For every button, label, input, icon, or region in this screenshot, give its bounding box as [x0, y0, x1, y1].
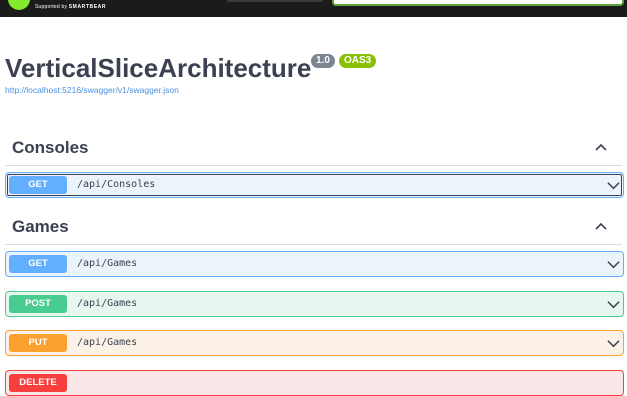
operation-delete-games[interactable]: DELETE: [5, 370, 624, 396]
chevron-down-icon[interactable]: [607, 179, 620, 192]
operation-get-games[interactable]: GET /api/Games: [5, 251, 624, 277]
spec-url-input[interactable]: [332, 0, 624, 6]
method-badge: GET: [9, 176, 67, 194]
explore-button[interactable]: [227, 0, 323, 2]
method-badge: POST: [9, 295, 67, 313]
chevron-down-icon[interactable]: [607, 298, 620, 311]
method-badge: PUT: [9, 334, 67, 352]
operation-post-games[interactable]: POST /api/Games: [5, 291, 624, 317]
operation-path: /api/Games: [77, 337, 138, 348]
operation-put-games[interactable]: PUT /api/Games: [5, 330, 624, 356]
swagger-logo-mark: {…}: [63, 0, 83, 2]
operation-path: /api/Games: [77, 298, 138, 309]
oas-badge: OAS3: [339, 54, 377, 68]
operation-path: /api/Games: [77, 258, 138, 269]
page-title: VerticalSliceArchitecture: [5, 53, 312, 83]
chevron-down-icon[interactable]: [607, 258, 620, 271]
topbar: {…} Supported by SMARTBEAR: [0, 0, 627, 17]
operation-get-consoles[interactable]: GET /api/Consoles: [5, 172, 624, 198]
chevron-up-icon[interactable]: [594, 219, 608, 233]
chevron-down-icon[interactable]: [607, 337, 620, 350]
method-badge: GET: [9, 255, 67, 273]
supported-by-label: Supported by SMARTBEAR: [35, 4, 106, 10]
supported-by-text: Supported by: [35, 4, 68, 10]
swagger-logo-icon[interactable]: [8, 0, 30, 10]
spec-json-link[interactable]: http://localhost:5216/swagger/v1/swagger…: [5, 85, 179, 95]
operation-path: /api/Consoles: [77, 179, 156, 190]
version-badge: 1.0: [311, 54, 335, 68]
section-consoles[interactable]: Consoles: [5, 130, 622, 166]
chevron-up-icon[interactable]: [594, 140, 608, 154]
section-title: Consoles: [12, 138, 89, 157]
section-title: Games: [12, 217, 69, 236]
smartbear-text: SMARTBEAR: [68, 4, 107, 10]
section-games[interactable]: Games: [5, 209, 622, 245]
method-badge: DELETE: [9, 374, 67, 392]
